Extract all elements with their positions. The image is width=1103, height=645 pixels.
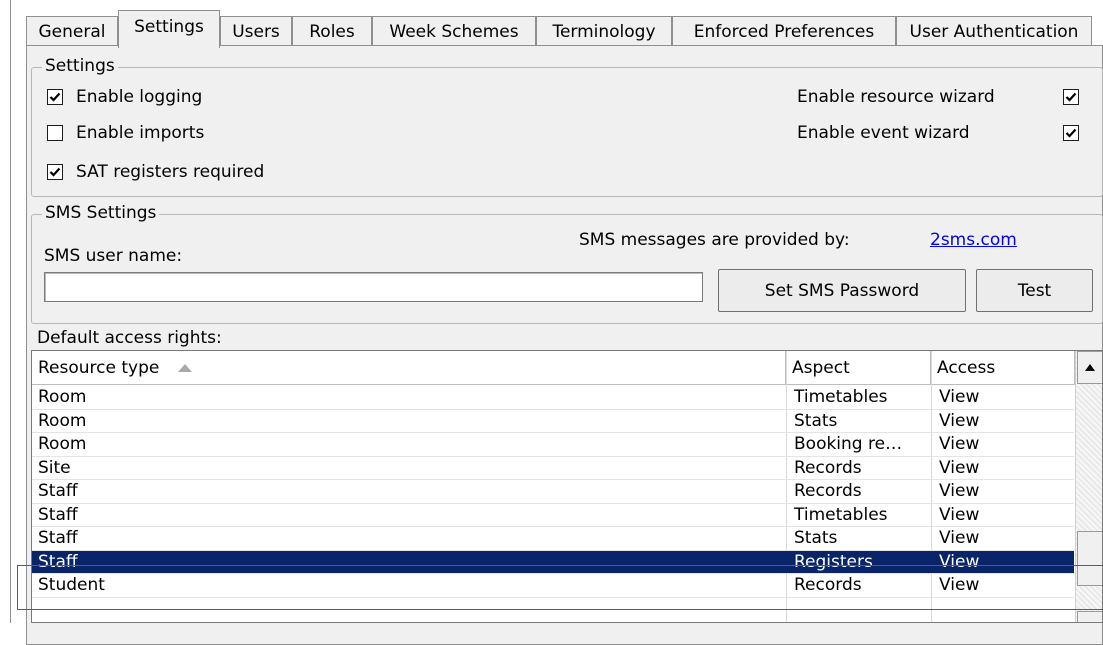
tab-general[interactable]: General <box>26 16 118 46</box>
checkmark-icon <box>1065 128 1077 138</box>
table-row[interactable]: Staff Records View <box>32 480 1074 503</box>
tab-label: User Authentication <box>909 21 1079 42</box>
cell-access: View <box>939 551 980 572</box>
cell-resource-type: Student <box>38 575 105 595</box>
cell-access: View <box>939 481 980 501</box>
cell-resource-type: Room <box>38 434 87 454</box>
scroll-thumb[interactable] <box>1077 531 1102 586</box>
sat-registers-label[interactable]: SAT registers required <box>76 162 264 182</box>
sms-user-name-label: SMS user name: <box>44 246 183 266</box>
enable-resource-wizard-checkbox[interactable] <box>1063 89 1079 105</box>
cell-aspect: Stats <box>794 528 838 548</box>
table-row[interactable]: Staff Timetables View <box>32 504 1074 527</box>
button-label: Set SMS Password <box>764 280 920 301</box>
cell-access: View <box>939 387 980 407</box>
sat-registers-checkbox[interactable] <box>47 164 63 180</box>
tab-enforced-preferences[interactable]: Enforced Preferences <box>672 16 896 46</box>
sort-ascending-icon <box>178 363 193 372</box>
table-row[interactable]: Room Booking re… View <box>32 433 1074 456</box>
tab-label: Week Schemes <box>389 21 519 42</box>
enable-imports-label[interactable]: Enable imports <box>76 123 204 143</box>
cell-aspect: Timetables <box>794 387 888 407</box>
tab-label: Settings <box>134 17 204 37</box>
cell-resource-type: Site <box>38 457 71 478</box>
column-header-aspect[interactable]: Aspect <box>786 351 931 385</box>
cell-aspect: Booking re… <box>794 434 903 454</box>
column-header-label: Access <box>937 357 996 378</box>
table-row[interactable]: Room Stats View <box>32 410 1074 433</box>
set-sms-password-button[interactable]: Set SMS Password <box>718 269 966 312</box>
column-header-resource-type[interactable]: Resource type <box>32 351 786 385</box>
button-label: Test <box>1017 280 1052 301</box>
settings-legend: Settings <box>42 56 118 76</box>
sms-user-name-input[interactable] <box>44 272 703 302</box>
checkmark-icon <box>1065 92 1077 102</box>
cell-resource-type: Staff <box>38 551 78 572</box>
enable-event-wizard-label[interactable]: Enable event wizard <box>797 123 970 143</box>
cell-resource-type: Room <box>38 410 87 431</box>
enable-logging-checkbox[interactable] <box>47 89 63 105</box>
row-divider <box>32 596 1074 598</box>
window-edge <box>10 0 11 623</box>
column-header-label: Resource type <box>38 357 160 378</box>
cell-access: View <box>939 434 980 454</box>
cell-aspect: Records <box>794 575 862 595</box>
table-row[interactable]: Site Records View <box>32 457 1074 480</box>
tab-user-authentication[interactable]: User Authentication <box>896 16 1092 46</box>
cell-resource-type: Room <box>38 387 87 407</box>
cell-access: View <box>939 575 980 595</box>
column-header-access[interactable]: Access <box>931 351 1075 385</box>
tab-label: Enforced Preferences <box>693 21 875 42</box>
enable-resource-wizard-label[interactable]: Enable resource wizard <box>797 87 995 107</box>
scroll-up-button[interactable] <box>1077 351 1102 384</box>
access-rights-list[interactable]: Resource type Aspect Access Room Timetabl… <box>31 350 1103 623</box>
cell-access: View <box>939 504 980 525</box>
tab-label: Roles <box>309 21 355 42</box>
scroll-down-button[interactable] <box>1077 611 1102 622</box>
cell-resource-type: Staff <box>38 504 78 525</box>
checkmark-icon <box>49 92 61 102</box>
checkmark-icon <box>49 167 61 177</box>
cell-aspect: Timetables <box>794 504 888 525</box>
default-access-rights-label: Default access rights: <box>37 328 222 348</box>
table-row[interactable]: Staff Stats View <box>32 527 1074 550</box>
column-header-label: Aspect <box>792 357 850 378</box>
cell-aspect: Records <box>794 481 862 501</box>
arrow-up-icon <box>1085 364 1095 371</box>
table-row[interactable]: Student Records View <box>32 574 1074 597</box>
tab-label: Users <box>232 21 280 42</box>
cell-resource-type: Staff <box>38 528 78 548</box>
cell-access: View <box>939 528 980 548</box>
tab-label: General <box>38 21 106 42</box>
cell-aspect: Stats <box>794 410 838 431</box>
cell-aspect: Registers <box>794 551 873 572</box>
enable-imports-checkbox[interactable] <box>47 125 63 141</box>
tab-week-schemes[interactable]: Week Schemes <box>372 16 536 46</box>
tab-terminology[interactable]: Terminology <box>536 16 672 46</box>
enable-event-wizard-checkbox[interactable] <box>1063 125 1079 141</box>
sms-settings-legend: SMS Settings <box>42 203 160 223</box>
tab-label: Terminology <box>552 21 656 42</box>
sms-provider-label: SMS messages are provided by: <box>579 230 850 250</box>
table-row[interactable]: Staff Registers View <box>32 550 1074 574</box>
tab-users[interactable]: Users <box>220 16 292 46</box>
cell-access: View <box>939 457 980 478</box>
vertical-scrollbar[interactable] <box>1075 351 1102 622</box>
cell-aspect: Records <box>794 457 862 478</box>
enable-logging-label[interactable]: Enable logging <box>76 87 202 107</box>
cell-resource-type: Staff <box>38 481 78 501</box>
table-row[interactable]: Room Timetables View <box>32 386 1074 409</box>
sms-test-button[interactable]: Test <box>976 269 1093 312</box>
tab-roles[interactable]: Roles <box>292 16 372 46</box>
sms-provider-link[interactable]: 2sms.com <box>930 230 1017 250</box>
tab-settings[interactable]: Settings <box>118 10 220 48</box>
cell-access: View <box>939 410 980 431</box>
